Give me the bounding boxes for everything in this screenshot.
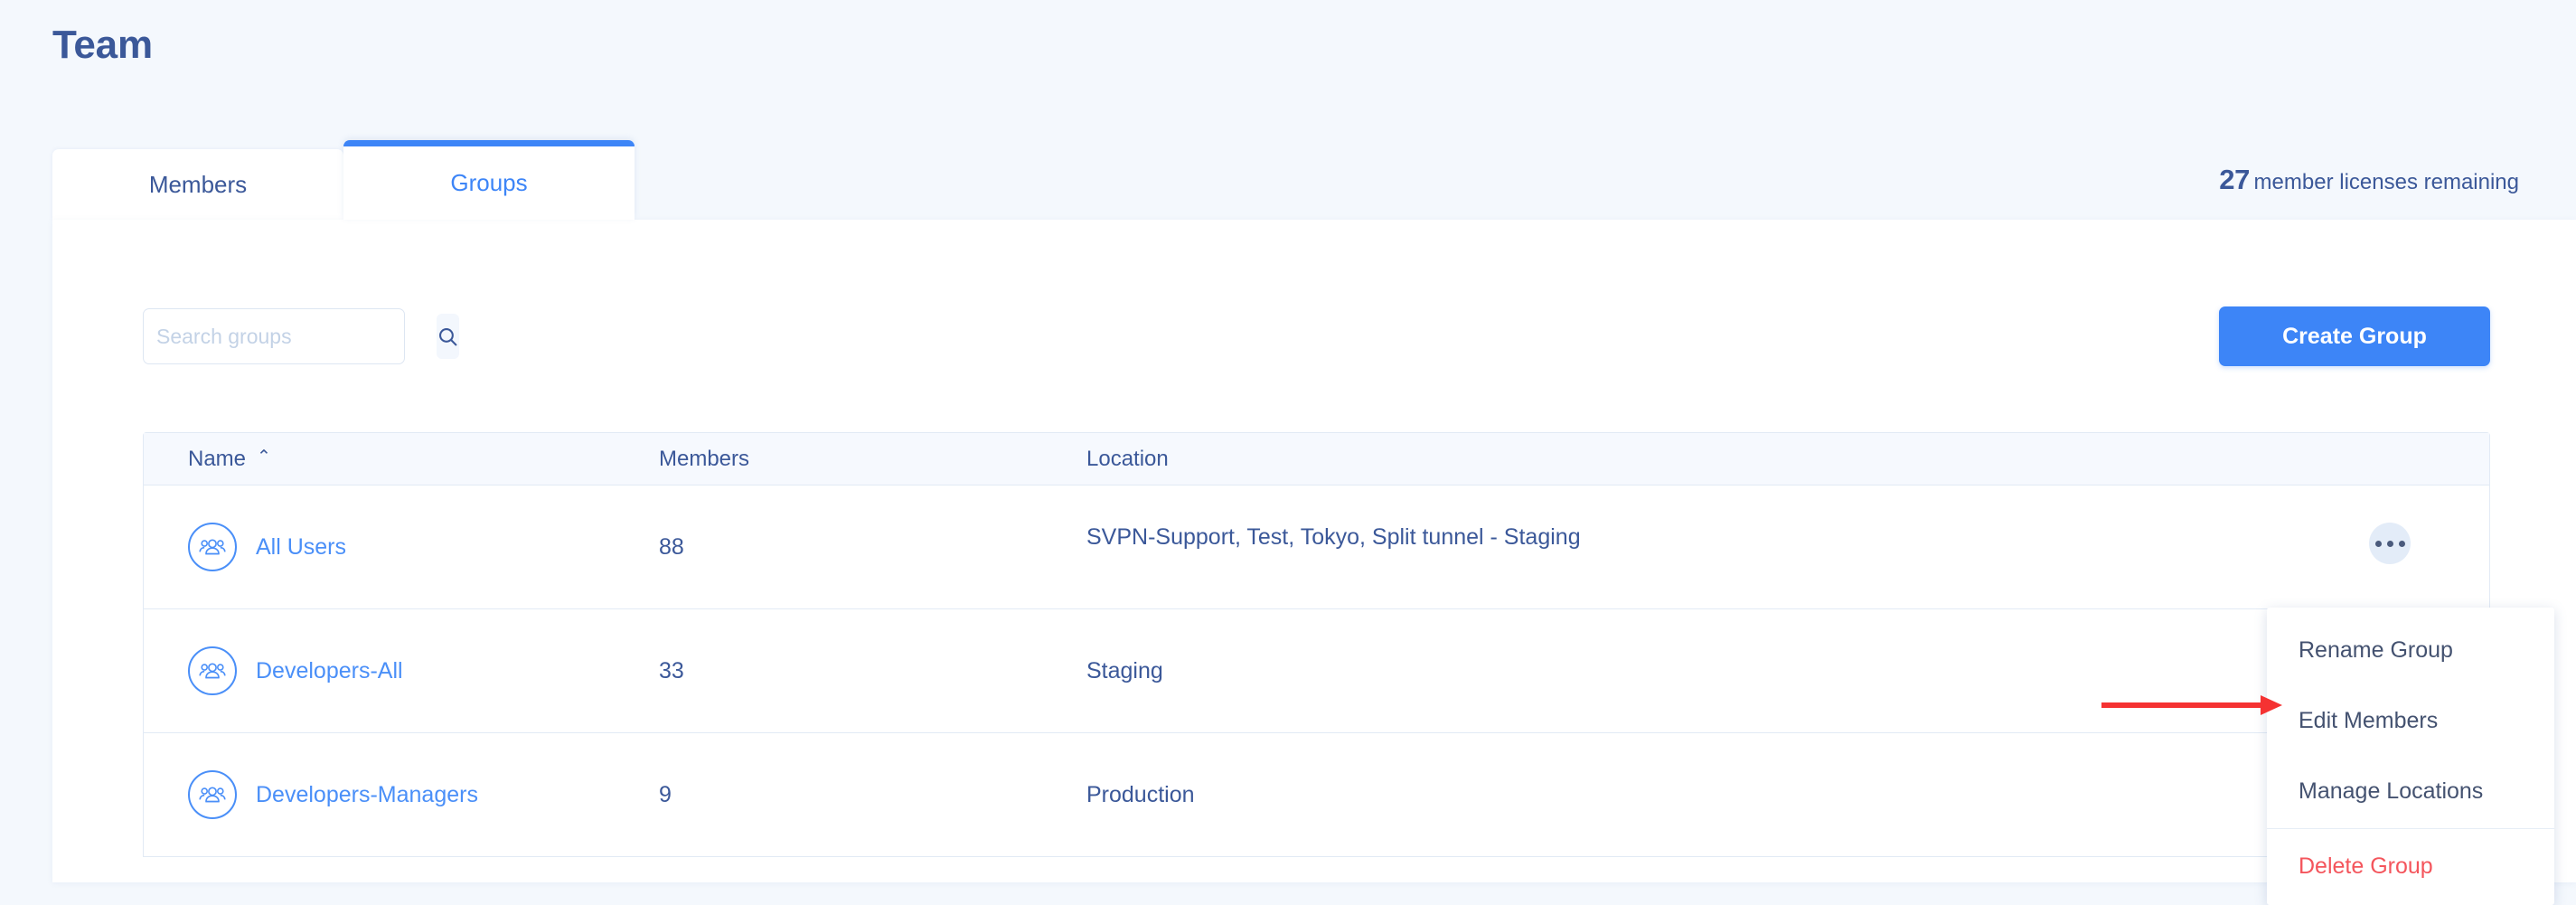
table-row: Developers-All 33 Staging — [144, 609, 2489, 733]
group-name-link[interactable]: Developers-Managers — [256, 782, 478, 808]
license-count: 27 — [2219, 164, 2251, 195]
cell-members: 88 — [659, 533, 684, 560]
search-icon — [439, 327, 457, 345]
groups-table: Name ⌃ Members Location All Users 88 SVP… — [143, 432, 2490, 857]
cell-location: SVPN-Support, Test, Tokyo, Split tunnel … — [1086, 523, 1581, 550]
column-header-name-label: Name — [188, 446, 247, 471]
group-icon — [188, 523, 237, 571]
row-context-menu: Rename Group Edit Members Manage Locatio… — [2267, 608, 2554, 905]
cell-name: Developers-Managers — [144, 770, 659, 819]
tab-groups[interactable]: Groups — [343, 140, 635, 220]
sort-asc-icon: ⌃ — [257, 448, 271, 467]
cell-members: 33 — [659, 657, 684, 683]
cell-name: Developers-All — [144, 646, 659, 695]
table-row: All Users 88 SVPN-Support, Test, Tokyo, … — [144, 485, 2489, 609]
page-title: Team — [52, 23, 153, 67]
search-groups-field[interactable] — [143, 308, 459, 364]
menu-item-rename-group[interactable]: Rename Group — [2267, 615, 2554, 685]
license-counter: 27 member licenses remaining — [2219, 165, 2519, 193]
row-menu-button[interactable] — [2369, 523, 2411, 564]
search-button[interactable] — [437, 314, 459, 359]
dot — [2374, 540, 2382, 547]
group-icon — [188, 646, 237, 695]
dot — [2386, 540, 2393, 547]
column-header-location[interactable]: Location — [1086, 447, 2290, 472]
column-header-name[interactable]: Name ⌃ — [144, 447, 659, 472]
table-row: Developers-Managers 9 Production — [144, 733, 2489, 857]
column-header-members[interactable]: Members — [659, 447, 1086, 472]
menu-divider — [2267, 828, 2554, 829]
search-input[interactable] — [144, 324, 437, 349]
cell-members: 9 — [659, 781, 672, 807]
menu-item-delete-group[interactable]: Delete Group — [2267, 831, 2554, 901]
group-icon — [188, 770, 237, 819]
group-name-link[interactable]: Developers-All — [256, 658, 403, 684]
tab-members[interactable]: Members — [52, 149, 343, 220]
cell-location: Staging — [1086, 657, 1163, 683]
dot — [2398, 540, 2405, 547]
create-group-button[interactable]: Create Group — [2219, 306, 2490, 366]
license-label: member licenses remaining — [2253, 170, 2519, 194]
group-name-link[interactable]: All Users — [256, 534, 346, 561]
menu-item-edit-members[interactable]: Edit Members — [2267, 685, 2554, 756]
table-header-row: Name ⌃ Members Location — [144, 433, 2489, 485]
cell-actions — [2290, 523, 2489, 568]
cell-name: All Users — [144, 523, 659, 571]
tab-bar: Members Groups — [52, 140, 635, 220]
menu-item-manage-locations[interactable]: Manage Locations — [2267, 756, 2554, 826]
cell-location: Production — [1086, 781, 1195, 807]
